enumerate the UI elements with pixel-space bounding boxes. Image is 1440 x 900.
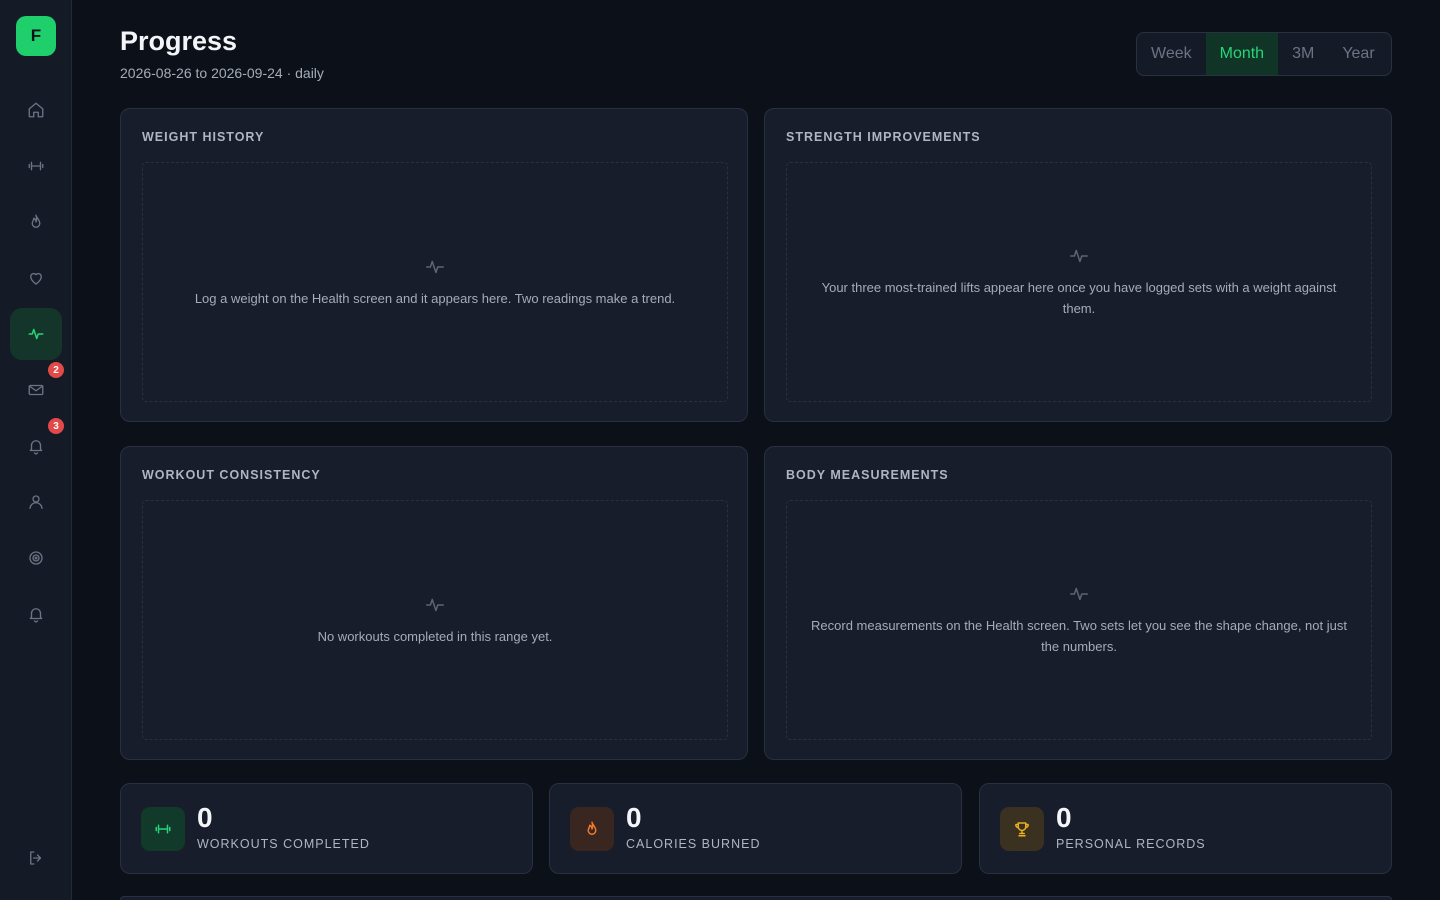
activity-icon — [426, 598, 444, 611]
tab-3m[interactable]: 3M — [1278, 33, 1328, 75]
range-selector: Week Month 3M Year — [1136, 32, 1392, 76]
sidebar-item-workouts[interactable] — [10, 140, 62, 192]
stat-personal-records: 0 PERSONAL RECORDS — [979, 783, 1392, 874]
notifications-badge: 3 — [48, 418, 64, 434]
sidebar: F 2 3 — [0, 0, 72, 900]
sidebar-item-goals[interactable] — [10, 532, 62, 584]
dumbbell-icon — [28, 161, 44, 171]
sidebar-item-home[interactable] — [10, 84, 62, 136]
sidebar-item-reminders[interactable] — [10, 588, 62, 640]
empty-state-text: No workouts completed in this range yet. — [317, 628, 553, 644]
empty-state: No workouts completed in this range yet. — [142, 500, 728, 740]
activity-icon — [1070, 587, 1088, 601]
stat-value: 0 — [197, 802, 213, 833]
tab-month[interactable]: Month — [1205, 33, 1279, 75]
card-title: STRENGTH IMPROVEMENTS — [786, 130, 981, 144]
trophy-icon — [1000, 807, 1044, 851]
stat-label: WORKOUTS COMPLETED — [197, 837, 370, 851]
home-icon — [28, 102, 44, 118]
card-title: BODY MEASUREMENTS — [786, 468, 949, 482]
stat-value: 0 — [1056, 802, 1072, 833]
tab-year[interactable]: Year — [1328, 33, 1388, 75]
strength-improvements-card: STRENGTH IMPROVEMENTS Your three most-tr… — [764, 108, 1392, 422]
empty-state-text: Your three most-trained lifts appear her… — [821, 280, 1337, 316]
empty-state-text: Log a weight on the Health screen and it… — [194, 290, 676, 306]
empty-state: Your three most-trained lifts appear her… — [786, 162, 1372, 402]
dumbbell-icon — [141, 807, 185, 851]
flame-icon — [31, 214, 41, 228]
date-range-subtitle: 2026-08-26 to 2026-09-24 · daily — [120, 65, 324, 81]
empty-state-text: Record measurements on the Health screen… — [811, 618, 1347, 654]
flame-icon — [570, 807, 614, 851]
body-measurements-card: BODY MEASUREMENTS Record measurements on… — [764, 446, 1392, 760]
activity-icon — [28, 328, 44, 340]
heart-icon — [30, 272, 42, 285]
card-title: WEIGHT HISTORY — [142, 130, 265, 144]
empty-state: Record measurements on the Health screen… — [786, 500, 1372, 740]
app-logo[interactable]: F — [16, 16, 56, 56]
bell-icon — [29, 440, 43, 455]
logo-letter: F — [30, 26, 42, 45]
activity-icon — [426, 260, 444, 273]
user-icon — [29, 495, 43, 509]
stat-label: CALORIES BURNED — [626, 837, 761, 851]
sidebar-item-health[interactable] — [10, 252, 62, 304]
stat-label: PERSONAL RECORDS — [1056, 837, 1206, 851]
stat-value: 0 — [626, 802, 642, 833]
card-title: WORKOUT CONSISTENCY — [142, 468, 321, 482]
weight-history-card: WEIGHT HISTORY Log a weight on the Healt… — [120, 108, 748, 422]
page-title: Progress — [120, 26, 238, 56]
mail-icon — [28, 384, 44, 396]
logout-button[interactable] — [10, 832, 62, 884]
stat-workouts-completed: 0 WORKOUTS COMPLETED — [120, 783, 533, 874]
sidebar-item-progress[interactable] — [10, 308, 62, 360]
activity-icon — [1070, 249, 1088, 263]
bell-icon — [29, 608, 43, 623]
next-card-edge — [120, 896, 1392, 900]
logout-icon — [30, 851, 42, 865]
empty-state: Log a weight on the Health screen and it… — [142, 162, 728, 402]
messages-badge: 2 — [48, 362, 64, 378]
sidebar-item-nutrition[interactable] — [10, 196, 62, 248]
target-icon — [29, 551, 43, 565]
stat-calories-burned: 0 CALORIES BURNED — [549, 783, 962, 874]
tab-week[interactable]: Week — [1137, 33, 1206, 75]
sidebar-item-profile[interactable] — [10, 476, 62, 528]
workout-consistency-card: WORKOUT CONSISTENCY No workouts complete… — [120, 446, 748, 760]
